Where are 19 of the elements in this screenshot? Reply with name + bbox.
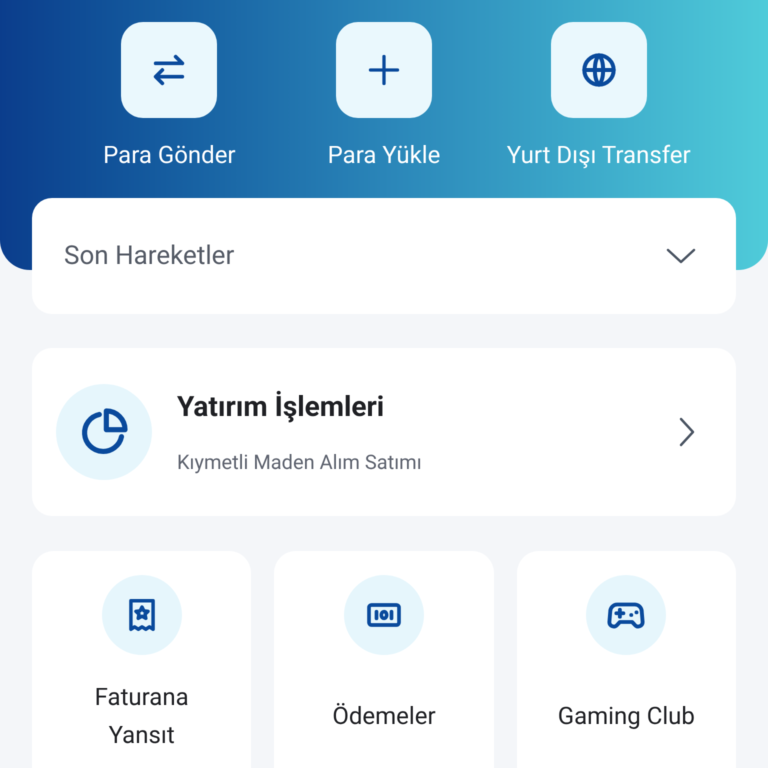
tile-label: Ödemeler	[331, 701, 437, 732]
card-title: Yatırım İşlemleri	[177, 390, 386, 424]
section-title: Son Hareketler	[64, 240, 234, 272]
chevron-icon	[666, 247, 696, 265]
quick-action-button[interactable]	[336, 22, 432, 118]
chevron-right-icon	[678, 417, 696, 447]
quick-action-button[interactable]	[121, 22, 218, 118]
quick-action-label[interactable]: Para Gönder	[103, 140, 236, 170]
recent-transactions-panel[interactable]: Son Hareketler	[32, 198, 736, 314]
tile-label: Faturana Yansıt	[94, 682, 190, 751]
card-subtitle: Kıymetli Maden Alım Satımı	[177, 450, 423, 474]
service-tile[interactable]: Faturana Yansıt	[32, 551, 252, 768]
plus-icon	[366, 52, 402, 88]
service-tile[interactable]: Ödemeler	[274, 551, 494, 768]
service-tile[interactable]: Gaming Club	[516, 551, 736, 768]
tile-label: Gaming Club	[556, 701, 696, 732]
quick-action-label[interactable]: Para Yükle	[328, 140, 440, 170]
investment-card[interactable]: Yatırım İşlemleri Kıymetli Maden Alım Satımı	[32, 348, 736, 516]
quick-action-button[interactable]	[550, 22, 647, 118]
